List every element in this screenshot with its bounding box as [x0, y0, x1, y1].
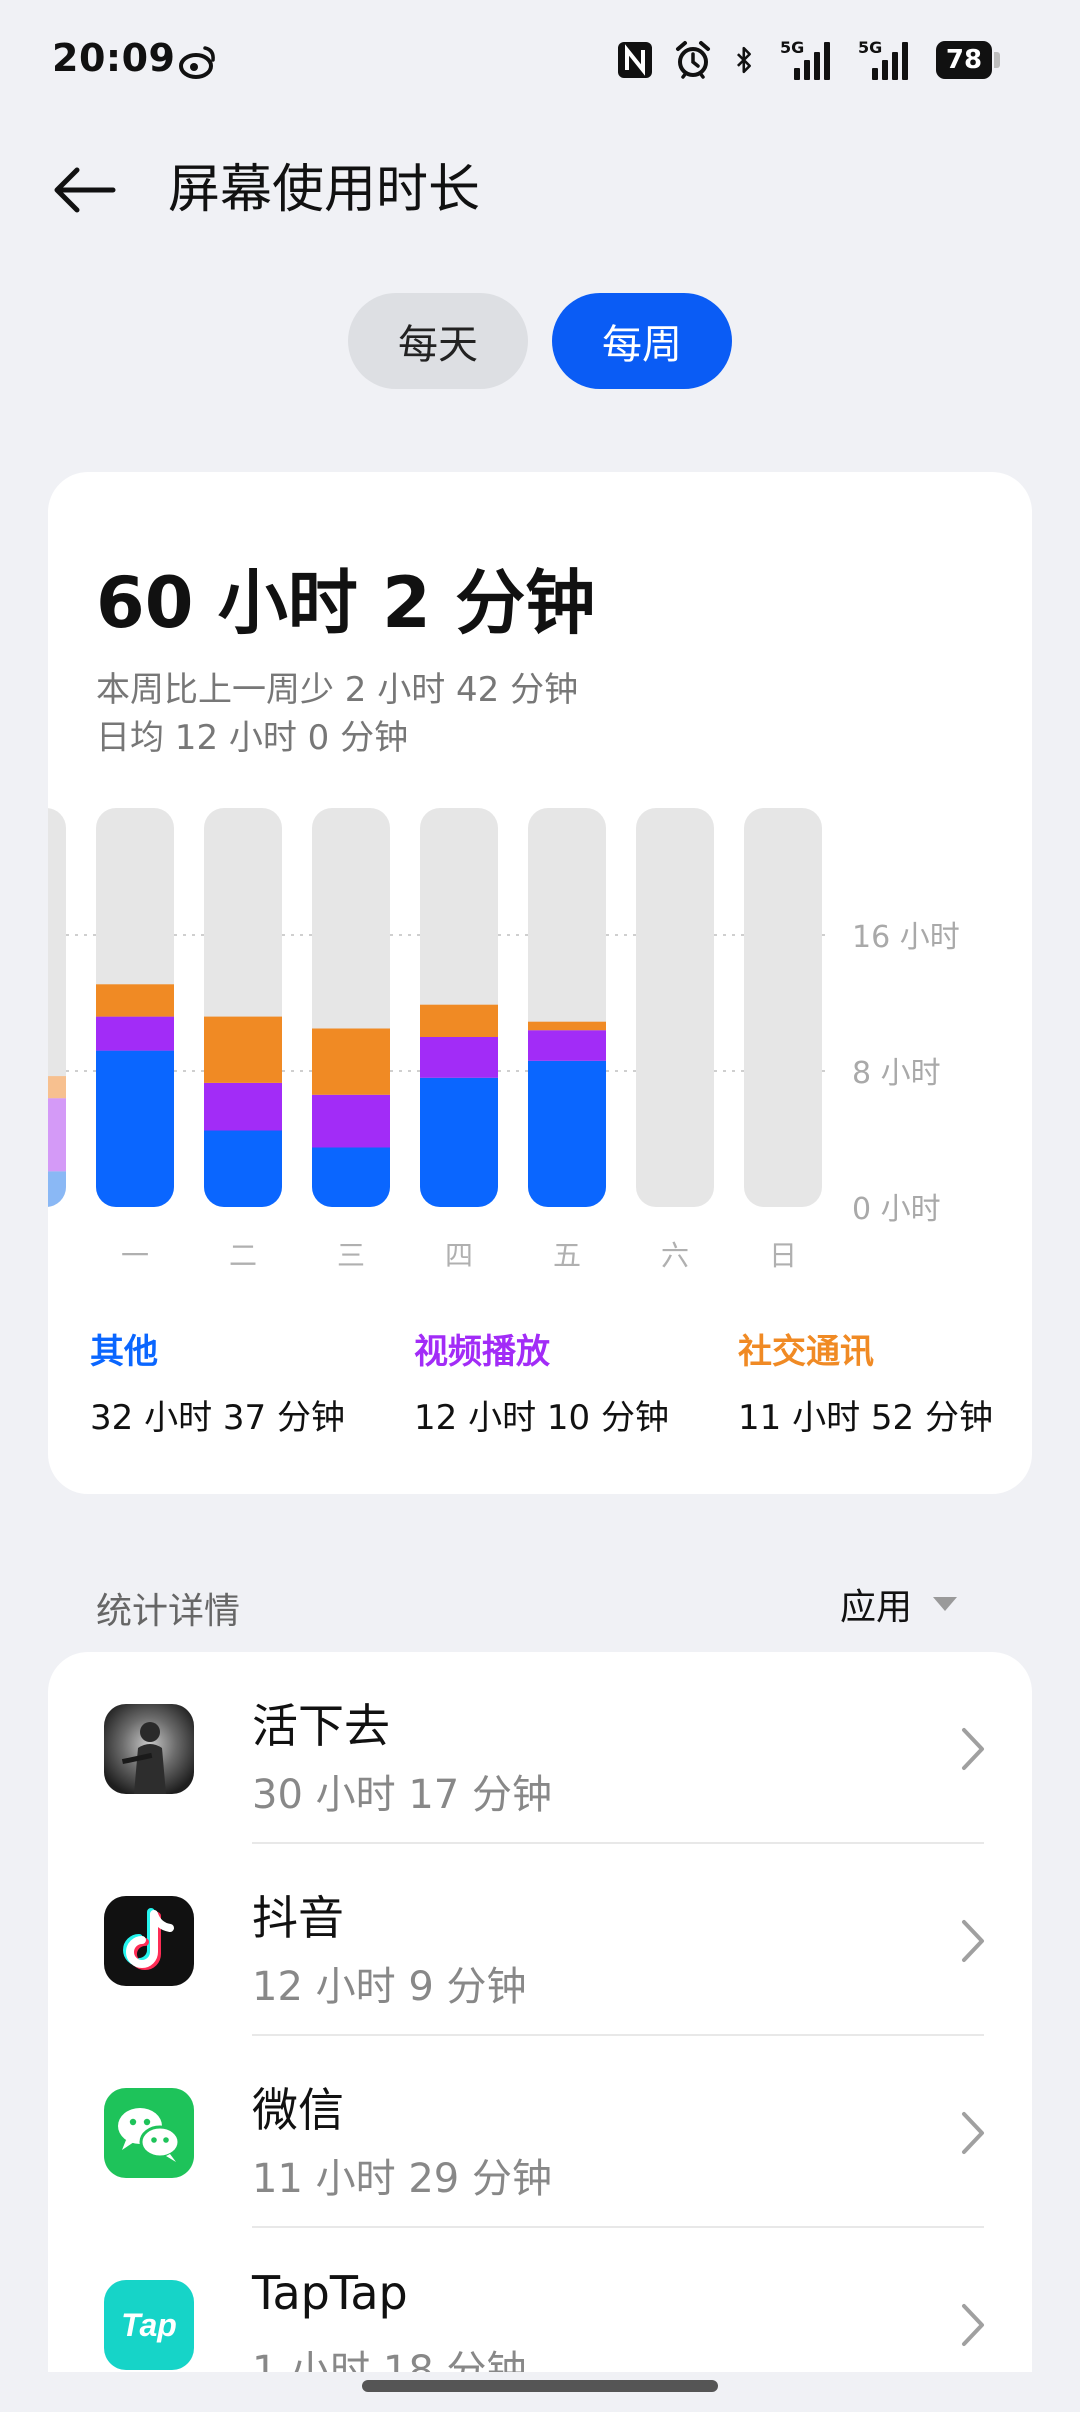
caret-down-icon: [933, 1597, 958, 1611]
chevron-right-icon: [962, 2112, 984, 2154]
x-tick-label: 六: [661, 1239, 689, 1272]
douyin-icon: [104, 1896, 194, 1986]
bar-segment-1: [528, 1030, 606, 1061]
bar-segment-2: [48, 1076, 66, 1099]
stats-details-label: 统计详情: [96, 1591, 241, 1632]
bar-day-4[interactable]: [528, 808, 606, 1207]
bar-segment-0: [96, 1050, 174, 1207]
app-row-taptap[interactable]: Tap TapTap 1 小时 18 分钟: [48, 2228, 1032, 2372]
chevron-right-icon: [962, 2304, 984, 2346]
battery-icon: 78: [936, 41, 1000, 79]
signal-icon-sim2: 5G: [858, 38, 916, 80]
bar-segment-1: [204, 1082, 282, 1131]
app-row-wechat[interactable]: 微信 11 小时 29 分钟: [48, 2036, 1032, 2228]
app-row-douyin[interactable]: 抖音 12 小时 9 分钟: [48, 1844, 1032, 2036]
legend-value-social: 11 小时 52 分钟: [738, 1398, 993, 1438]
chevron-right-icon: [962, 1920, 984, 1962]
bar-segment-1: [312, 1094, 390, 1148]
app-time: 30 小时 17 分钟: [252, 1772, 552, 1818]
bar-day-1[interactable]: [204, 808, 282, 1207]
status-icons: 5G 5G 78: [616, 38, 1000, 82]
bar-track: [744, 808, 822, 1207]
bar-track: [636, 808, 714, 1207]
weibo-icon: [179, 46, 215, 79]
bar-segment-1: [96, 1016, 174, 1051]
nfc-icon: [618, 42, 652, 78]
app-name: 抖音: [252, 1891, 344, 1945]
legend-name-social: 社交通讯: [738, 1332, 874, 1372]
arrow-left-icon: [54, 167, 116, 213]
y-tick-label: 0 小时: [852, 1192, 941, 1227]
bar-segment-2: [420, 1004, 498, 1037]
bar-segment-0: [48, 1171, 66, 1207]
x-tick-label: 三: [337, 1239, 365, 1272]
app-list: 活下去 30 小时 17 分钟 抖音 12 小时 9 分钟 微信 11 小时 2…: [48, 1652, 1032, 2372]
bar-segment-2: [312, 1028, 390, 1095]
bar-segment-2: [204, 1016, 282, 1083]
chevron-right-icon: [962, 1728, 984, 1770]
filter-label: 应用: [840, 1587, 913, 1628]
taptap-icon-text: Tap: [121, 2306, 177, 2343]
daily-average: 日均 12 小时 0 分钟: [96, 718, 409, 758]
legend-name-other: 其他: [90, 1332, 158, 1372]
bar-segment-1: [420, 1037, 498, 1078]
signal-icon-sim1: 5G: [780, 38, 838, 80]
bar-previous-week[interactable]: [48, 808, 66, 1207]
app-name: 微信: [252, 2083, 344, 2137]
app-time: 12 小时 9 分钟: [252, 1964, 527, 2010]
y-tick-label: 16 小时: [852, 920, 960, 955]
bar-segment-0: [528, 1060, 606, 1207]
status-time: 20:09: [52, 36, 176, 80]
usage-chart[interactable]: 16 小时 8 小时 0 小时一 二 三 四 五 六 日: [48, 802, 1032, 1282]
bar-segment-0: [204, 1130, 282, 1207]
wechat-icon: [104, 2088, 194, 2178]
bar-day-2[interactable]: [312, 808, 390, 1207]
page-title: 屏幕使用时长: [168, 160, 481, 220]
bar-segment-2: [96, 984, 174, 1017]
x-tick-label: 一: [121, 1239, 149, 1272]
app-row-survive[interactable]: 活下去 30 小时 17 分钟: [48, 1652, 1032, 1844]
bar-day-0[interactable]: [96, 808, 174, 1207]
app-name: 活下去: [252, 1699, 390, 1753]
x-tick-label: 五: [553, 1239, 581, 1272]
week-comparison: 本周比上一周少 2 小时 42 分钟: [96, 670, 579, 710]
bar-day-6[interactable]: [744, 808, 822, 1207]
bar-day-5[interactable]: [636, 808, 714, 1207]
legend-value-other: 32 小时 37 分钟: [90, 1398, 345, 1438]
filter-dropdown[interactable]: 应用: [840, 1578, 958, 1630]
bar-day-3[interactable]: [420, 808, 498, 1207]
status-bar: 20:09 5G 5G 78: [0, 0, 1080, 120]
bar-segment-0: [420, 1077, 498, 1207]
battery-level: 78: [936, 41, 992, 79]
x-tick-label: 四: [445, 1239, 473, 1272]
x-tick-label: 日: [769, 1239, 797, 1272]
alarm-icon: [676, 41, 710, 79]
taptap-icon: Tap: [104, 2280, 194, 2370]
legend-name-video: 视频播放: [414, 1332, 550, 1372]
legend-value-video: 12 小时 10 分钟: [414, 1398, 669, 1438]
total-usage-time: 60 小时 2 分钟: [96, 562, 596, 644]
app-name: TapTap: [252, 2266, 408, 2320]
network-type-label: 5G: [780, 38, 805, 57]
summary-card: 60 小时 2 分钟 本周比上一周少 2 小时 42 分钟 日均 12 小时 0…: [48, 472, 1032, 1494]
app-time: 1 小时 18 分钟: [252, 2348, 527, 2372]
tab-daily[interactable]: 每天: [348, 293, 528, 389]
bluetooth-icon: [736, 46, 751, 74]
x-tick-label: 二: [229, 1239, 257, 1272]
bar-segment-2: [528, 1021, 606, 1031]
game-icon: [104, 1704, 194, 1794]
tab-weekly[interactable]: 每周: [552, 293, 732, 389]
bar-segment-0: [312, 1147, 390, 1207]
y-tick-label: 8 小时: [852, 1056, 941, 1091]
network-type-label: 5G: [858, 38, 883, 57]
back-button[interactable]: [44, 150, 124, 230]
bar-segment-1: [48, 1098, 66, 1172]
home-indicator[interactable]: [362, 2380, 718, 2392]
app-time: 11 小时 29 分钟: [252, 2156, 552, 2202]
